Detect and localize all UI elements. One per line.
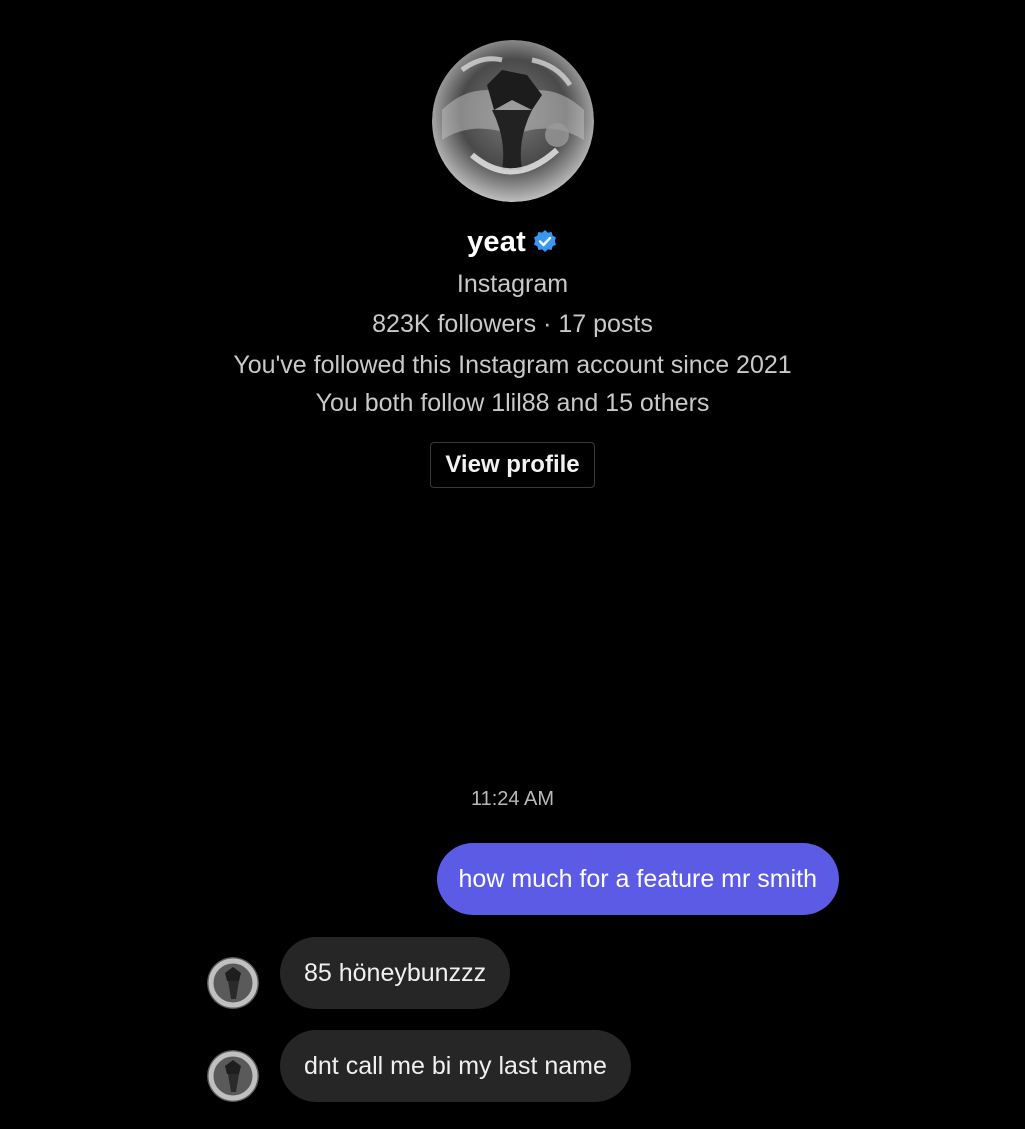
outgoing-message-bubble[interactable]: how much for a feature mr smith	[436, 843, 839, 915]
profile-header: yeat Instagram 823K followers · 17 posts…	[0, 40, 1025, 488]
sender-avatar[interactable]	[207, 957, 259, 1009]
mutual-followers-text: You both follow 1lil88 and 15 others	[315, 389, 710, 417]
verified-badge-icon	[532, 229, 558, 255]
profile-stats: 823K followers · 17 posts	[372, 310, 653, 338]
profile-avatar[interactable]	[431, 40, 594, 202]
followed-since-text: You've followed this Instagram account s…	[233, 351, 792, 379]
incoming-message-bubble[interactable]: 85 höneybunzzz	[280, 937, 511, 1009]
incoming-message-row: dnt call me bi my last name	[207, 1030, 631, 1102]
name-row: yeat	[0, 222, 1025, 262]
view-profile-button[interactable]: View profile	[430, 442, 595, 488]
message-timestamp: 11:24 AM	[470, 788, 555, 810]
profile-username: yeat	[467, 225, 526, 258]
profile-platform: Instagram	[456, 270, 569, 298]
sender-avatar[interactable]	[207, 1050, 259, 1102]
incoming-message-bubble[interactable]: dnt call me bi my last name	[280, 1030, 631, 1102]
incoming-message-row: 85 höneybunzzz	[207, 937, 511, 1009]
